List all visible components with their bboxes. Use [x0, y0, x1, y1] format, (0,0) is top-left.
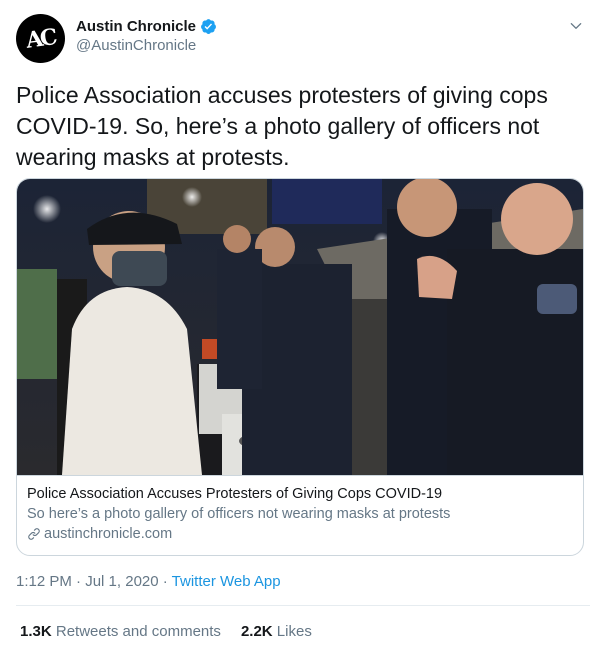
card-body: Police Association Accuses Protesters of…	[17, 475, 583, 544]
engagement-stats: 1.3K Retweets and comments 2.2K Likes	[20, 623, 312, 640]
source-app-link[interactable]: Twitter Web App	[172, 573, 281, 590]
chevron-down-icon[interactable]	[568, 18, 584, 34]
card-description: So here’s a photo gallery of officers no…	[27, 506, 451, 522]
verified-badge-icon	[201, 19, 216, 34]
likes-label: Likes	[276, 623, 312, 640]
likes-count: 2.2K	[240, 623, 273, 640]
card-title: Police Association Accuses Protesters of…	[27, 486, 443, 502]
card-domain: austinchronicle.com	[44, 526, 173, 542]
link-icon	[28, 528, 40, 540]
tweet: AC Austin Chronicle @AustinChronicle Pol…	[0, 0, 606, 651]
meta-separator: ·	[71, 573, 86, 590]
card-domain-row: austinchronicle.com	[27, 524, 573, 544]
user-info[interactable]: Austin Chronicle @AustinChronicle	[76, 18, 217, 54]
tweet-time[interactable]: 1:12 PM	[16, 573, 72, 590]
retweets-count: 1.3K	[20, 623, 52, 640]
tweet-text: Police Association accuses protesters of…	[16, 82, 548, 170]
link-card[interactable]: Police Association Accuses Protesters of…	[16, 178, 584, 556]
meta-separator-2: ·	[158, 573, 172, 590]
tweet-date[interactable]: Jul 1, 2020	[85, 573, 158, 590]
display-name[interactable]: Austin Chronicle	[76, 18, 196, 35]
retweets-stat[interactable]: 1.3K Retweets and comments	[20, 623, 221, 640]
card-photo	[17, 179, 583, 475]
retweets-label: Retweets and comments	[55, 623, 221, 640]
tweet-meta: 1:12 PM · Jul 1, 2020 · Twitter Web App	[16, 573, 281, 590]
avatar-logo-text: AC	[24, 23, 57, 54]
avatar[interactable]: AC	[16, 14, 65, 63]
name-row: Austin Chronicle	[76, 18, 217, 35]
likes-stat[interactable]: 2.2K Likes	[241, 623, 312, 640]
divider	[16, 605, 590, 606]
handle[interactable]: @AustinChronicle	[76, 37, 217, 54]
